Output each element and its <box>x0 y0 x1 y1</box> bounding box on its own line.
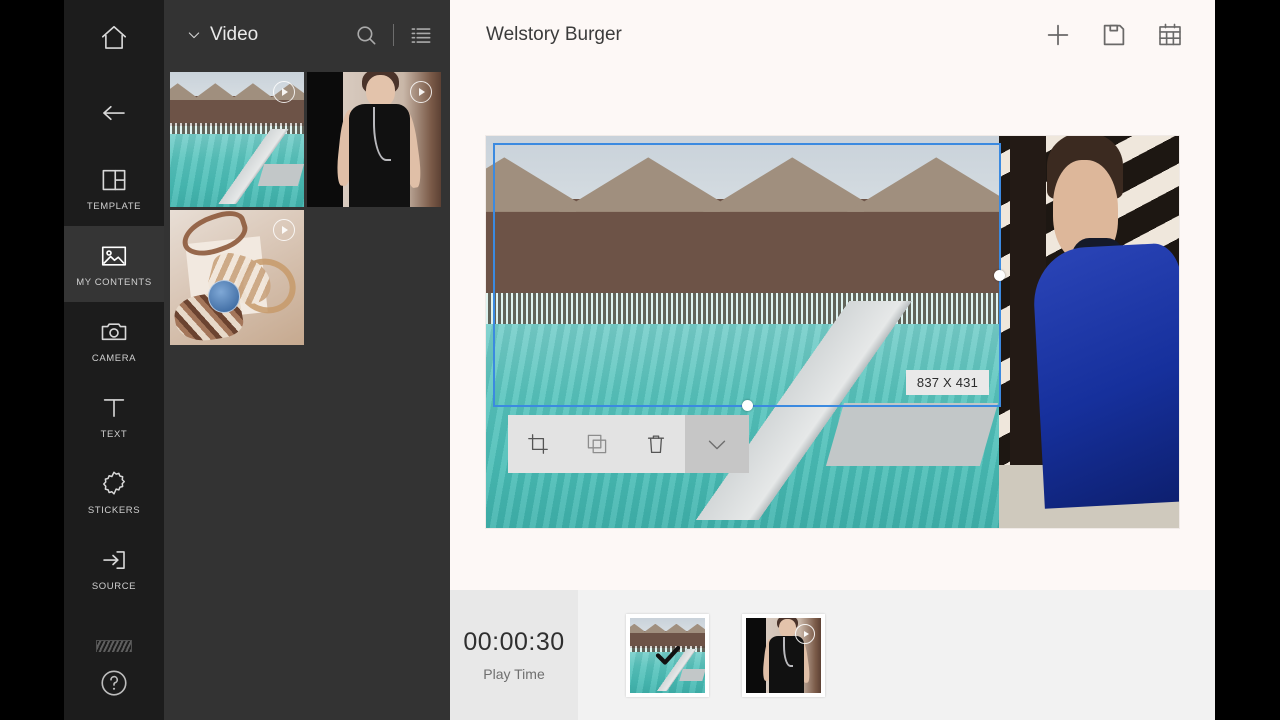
camera-icon <box>99 317 129 347</box>
sidebar-item-camera[interactable]: CAMERA <box>64 302 164 378</box>
letterbox-left <box>0 0 64 720</box>
play-badge-icon <box>410 81 432 103</box>
template-icon <box>99 165 129 195</box>
media-thumbnail-resort[interactable] <box>170 72 304 207</box>
selection-bounding-box[interactable]: 837 X 431 <box>493 143 1005 411</box>
chevron-down-icon[interactable] <box>186 27 202 43</box>
workspace-actions <box>1043 20 1185 50</box>
duplicate-icon <box>587 434 606 454</box>
sidebar-item-text[interactable]: TEXT <box>64 378 164 454</box>
play-badge-icon <box>273 81 295 103</box>
background-pattern-icon[interactable] <box>96 640 132 652</box>
trash-icon <box>647 435 664 454</box>
app-root: TEMPLATE MY CONTENTS CAMERA TEXT STICKER… <box>0 0 1280 720</box>
play-time-value: 00:00:30 <box>463 628 565 656</box>
play-time-label: Play Time <box>483 666 545 682</box>
arrow-left-icon <box>99 98 129 128</box>
check-icon <box>655 646 680 665</box>
sidebar-item-back[interactable] <box>64 75 164 150</box>
duplicate-button[interactable] <box>567 415 626 473</box>
play-badge-icon <box>273 219 295 241</box>
bottom-resize-handle[interactable] <box>741 400 753 411</box>
sidebar-item-source[interactable]: SOURCE <box>64 530 164 606</box>
page-title: Welstory Burger <box>486 24 622 45</box>
home-icon <box>99 23 129 53</box>
right-resize-handle[interactable] <box>994 269 1005 281</box>
media-thumbnail-grid <box>164 70 450 345</box>
canvas-clip-man[interactable] <box>998 136 1179 528</box>
sidebar-item-label: CAMERA <box>91 352 137 364</box>
letterbox-right <box>1215 0 1280 720</box>
workspace-toolbar: Welstory Burger <box>450 0 1215 70</box>
timeline-clip-strip <box>578 590 1215 720</box>
media-browser-panel: Video <box>164 0 450 720</box>
text-icon <box>99 393 129 423</box>
sidebar: TEMPLATE MY CONTENTS CAMERA TEXT STICKER… <box>64 0 164 720</box>
sidebar-item-label: MY CONTENTS <box>76 276 152 288</box>
sidebar-item-label: TEMPLATE <box>86 200 142 212</box>
media-thumbnail-woman[interactable] <box>307 72 441 207</box>
sidebar-item-home[interactable] <box>64 0 164 75</box>
media-browser-header: Video <box>164 0 450 70</box>
search-icon[interactable] <box>353 22 379 48</box>
sidebar-item-label: STICKERS <box>87 504 141 516</box>
sidebar-item-label: SOURCE <box>91 580 137 592</box>
sidebar-bottom <box>64 640 164 720</box>
play-badge-icon <box>795 623 815 644</box>
design-canvas[interactable]: 837 X 431 <box>486 136 1179 528</box>
selection-edit-toolbar <box>508 415 749 473</box>
timeline-panel: 00:00:30 Play Time <box>450 590 1215 720</box>
help-circle-icon[interactable] <box>99 668 129 698</box>
size-badge: 837 X 431 <box>905 370 989 395</box>
image-icon <box>99 241 129 271</box>
play-time-block: 00:00:30 Play Time <box>450 590 578 720</box>
workspace: Welstory Burger 837 X 431 <box>450 0 1215 590</box>
calendar-icon[interactable] <box>1155 20 1185 50</box>
sidebar-item-my-contents[interactable]: MY CONTENTS <box>64 226 164 302</box>
confirm-button[interactable] <box>685 415 749 473</box>
timeline-clip-1[interactable] <box>626 613 709 697</box>
media-thumbnail-craft[interactable] <box>170 210 304 345</box>
save-icon[interactable] <box>1099 20 1129 50</box>
plus-icon[interactable] <box>1043 20 1073 50</box>
list-view-icon[interactable] <box>408 22 434 48</box>
sidebar-item-label: TEXT <box>100 428 128 440</box>
media-browser-title: Video <box>210 24 259 45</box>
timeline-clip-2[interactable] <box>742 613 825 697</box>
header-divider <box>393 24 394 46</box>
sidebar-item-template[interactable]: TEMPLATE <box>64 150 164 226</box>
delete-button[interactable] <box>626 415 685 473</box>
sticker-icon <box>99 469 129 499</box>
source-icon <box>99 545 129 575</box>
sidebar-item-stickers[interactable]: STICKERS <box>64 454 164 530</box>
crop-button[interactable] <box>508 415 567 473</box>
canvas-image-man <box>998 136 1179 528</box>
check-icon <box>708 440 726 450</box>
crop-icon <box>527 434 548 454</box>
